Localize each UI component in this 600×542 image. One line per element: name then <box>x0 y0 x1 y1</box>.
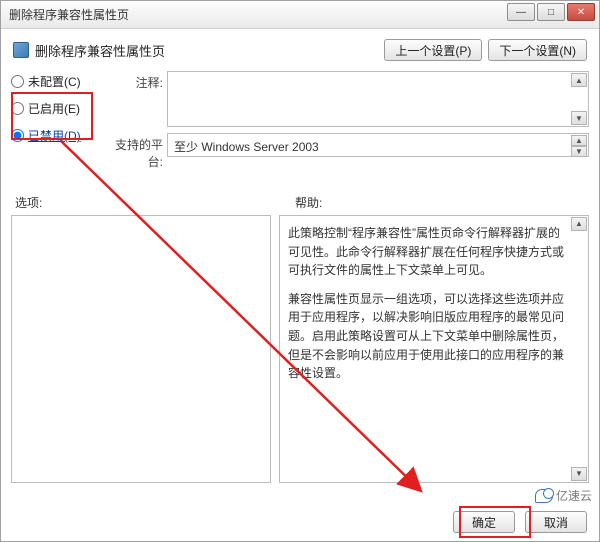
radio-disabled-input[interactable] <box>11 129 24 142</box>
options-panel <box>11 215 271 483</box>
minimize-button[interactable]: — <box>507 3 535 21</box>
maximize-button[interactable]: □ <box>537 3 565 21</box>
platform-scroll-down[interactable]: ▼ <box>571 146 587 157</box>
platform-scroll-up[interactable]: ▲ <box>571 135 587 146</box>
next-setting-button[interactable]: 下一个设置(N) <box>488 39 587 61</box>
help-panel: 此策略控制“程序兼容性”属性页命令行解释器扩展的可见性。此命令行解释器扩展在任何… <box>279 215 589 483</box>
close-button[interactable]: ✕ <box>567 3 595 21</box>
radio-enabled-input[interactable] <box>11 102 24 115</box>
window-controls: — □ ✕ <box>505 3 595 21</box>
window-title: 删除程序兼容性属性页 <box>9 6 129 23</box>
cancel-button[interactable]: 取消 <box>525 511 587 533</box>
prev-setting-button[interactable]: 上一个设置(P) <box>384 39 482 61</box>
watermark-icon <box>535 489 553 503</box>
footer: 确定 取消 <box>453 511 587 533</box>
radio-disabled[interactable]: 已禁用(D) <box>11 127 101 144</box>
radio-enabled[interactable]: 已启用(E) <box>11 100 101 117</box>
radio-not-configured-input[interactable] <box>11 75 24 88</box>
supported-platform-box: 至少 Windows Server 2003 ▲ ▼ <box>167 133 589 157</box>
watermark-text: 亿速云 <box>556 487 592 504</box>
help-paragraph: 兼容性属性页显示一组选项，可以选择这些选项并应用于应用程序，以解决影响旧版应用程… <box>288 290 566 383</box>
note-scroll-down[interactable]: ▼ <box>571 111 587 125</box>
note-textarea[interactable]: ▲ ▼ <box>167 71 589 127</box>
radio-not-configured[interactable]: 未配置(C) <box>11 73 101 90</box>
page-title: 删除程序兼容性属性页 <box>35 41 165 60</box>
help-scroll-up[interactable]: ▲ <box>571 217 587 231</box>
note-scroll-up[interactable]: ▲ <box>571 73 587 87</box>
platform-label: 支持的平台: <box>107 133 163 170</box>
help-label: 帮助: <box>295 194 322 211</box>
ok-button[interactable]: 确定 <box>453 511 515 533</box>
titlebar: 删除程序兼容性属性页 — □ ✕ <box>1 1 599 29</box>
help-scroll-down[interactable]: ▼ <box>571 467 587 481</box>
dialog-window: 删除程序兼容性属性页 — □ ✕ 删除程序兼容性属性页 上一个设置(P) 下一个… <box>0 0 600 542</box>
header-row: 删除程序兼容性属性页 上一个设置(P) 下一个设置(N) <box>11 35 589 71</box>
radio-not-configured-label: 未配置(C) <box>28 73 81 90</box>
radio-enabled-label: 已启用(E) <box>28 100 80 117</box>
options-label: 选项: <box>15 194 295 211</box>
state-radio-group: 未配置(C) 已启用(E) 已禁用(D) <box>11 71 101 144</box>
help-paragraph: 此策略控制“程序兼容性”属性页命令行解释器扩展的可见性。此命令行解释器扩展在任何… <box>288 224 566 280</box>
radio-disabled-label: 已禁用(D) <box>28 127 81 144</box>
supported-platform-text: 至少 Windows Server 2003 <box>174 140 319 154</box>
note-label: 注释: <box>107 71 163 91</box>
policy-icon <box>13 42 29 58</box>
watermark: 亿速云 <box>532 486 595 505</box>
